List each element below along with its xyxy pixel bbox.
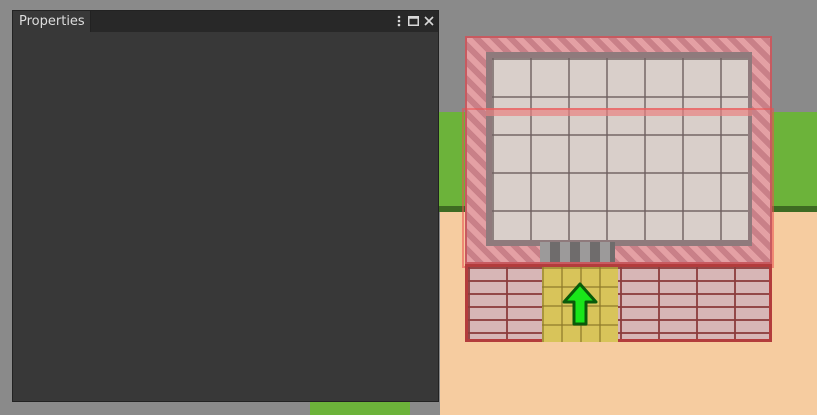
roof-eave bbox=[540, 242, 615, 262]
selection-band bbox=[486, 108, 752, 116]
roof-tiles bbox=[492, 58, 748, 240]
kebab-icon[interactable] bbox=[392, 14, 406, 28]
panel-body bbox=[13, 32, 438, 401]
grass-tile bbox=[310, 400, 410, 415]
arrow-up-icon bbox=[562, 282, 598, 326]
house-wall[interactable] bbox=[465, 264, 772, 342]
grass-tile bbox=[438, 112, 468, 210]
panel-header: Properties bbox=[13, 11, 438, 32]
maximize-icon[interactable] bbox=[406, 14, 420, 28]
grass-edge bbox=[438, 206, 468, 212]
tab-properties[interactable]: Properties bbox=[13, 11, 91, 32]
properties-panel: Properties bbox=[12, 10, 439, 402]
grass-edge bbox=[772, 206, 817, 212]
grass-tile bbox=[772, 112, 817, 210]
close-icon[interactable] bbox=[422, 14, 436, 28]
